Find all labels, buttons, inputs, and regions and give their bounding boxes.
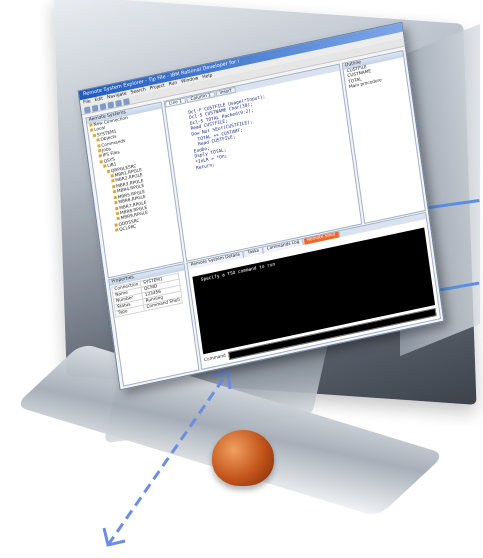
file-icon [111,179,115,184]
folder-icon [114,222,118,227]
command-label: Command [203,353,227,364]
folder-icon [99,159,103,164]
run-icon[interactable] [107,101,115,109]
folder-icon [97,149,102,153]
file-icon [114,200,118,205]
debug-icon[interactable] [115,99,122,107]
folder-icon [106,169,111,173]
file-icon [115,206,119,210]
new-icon[interactable] [83,106,91,114]
folder-icon [96,138,100,142]
file-icon [112,184,116,189]
search-icon[interactable] [123,98,130,106]
file-icon [115,211,120,216]
tab-tasks[interactable]: Tasks [244,247,264,258]
illustration-scene: Remote System Explorer - Tip File - IBM … [0,0,483,558]
folder-icon [103,164,107,169]
folder-icon [92,133,97,138]
folder-icon [90,128,94,133]
file-icon [110,174,114,178]
file-icon [112,190,117,194]
save-icon[interactable] [91,104,99,112]
folder-icon [97,143,101,148]
folder-icon [98,154,103,159]
folder-icon [89,123,93,127]
file-icon [113,195,117,200]
file-icon [116,216,120,221]
folder-icon [115,228,119,232]
print-icon[interactable] [99,103,107,111]
properties-pane: Properties Connection SYSTEM1 Name QCMD Nu… [108,263,200,387]
